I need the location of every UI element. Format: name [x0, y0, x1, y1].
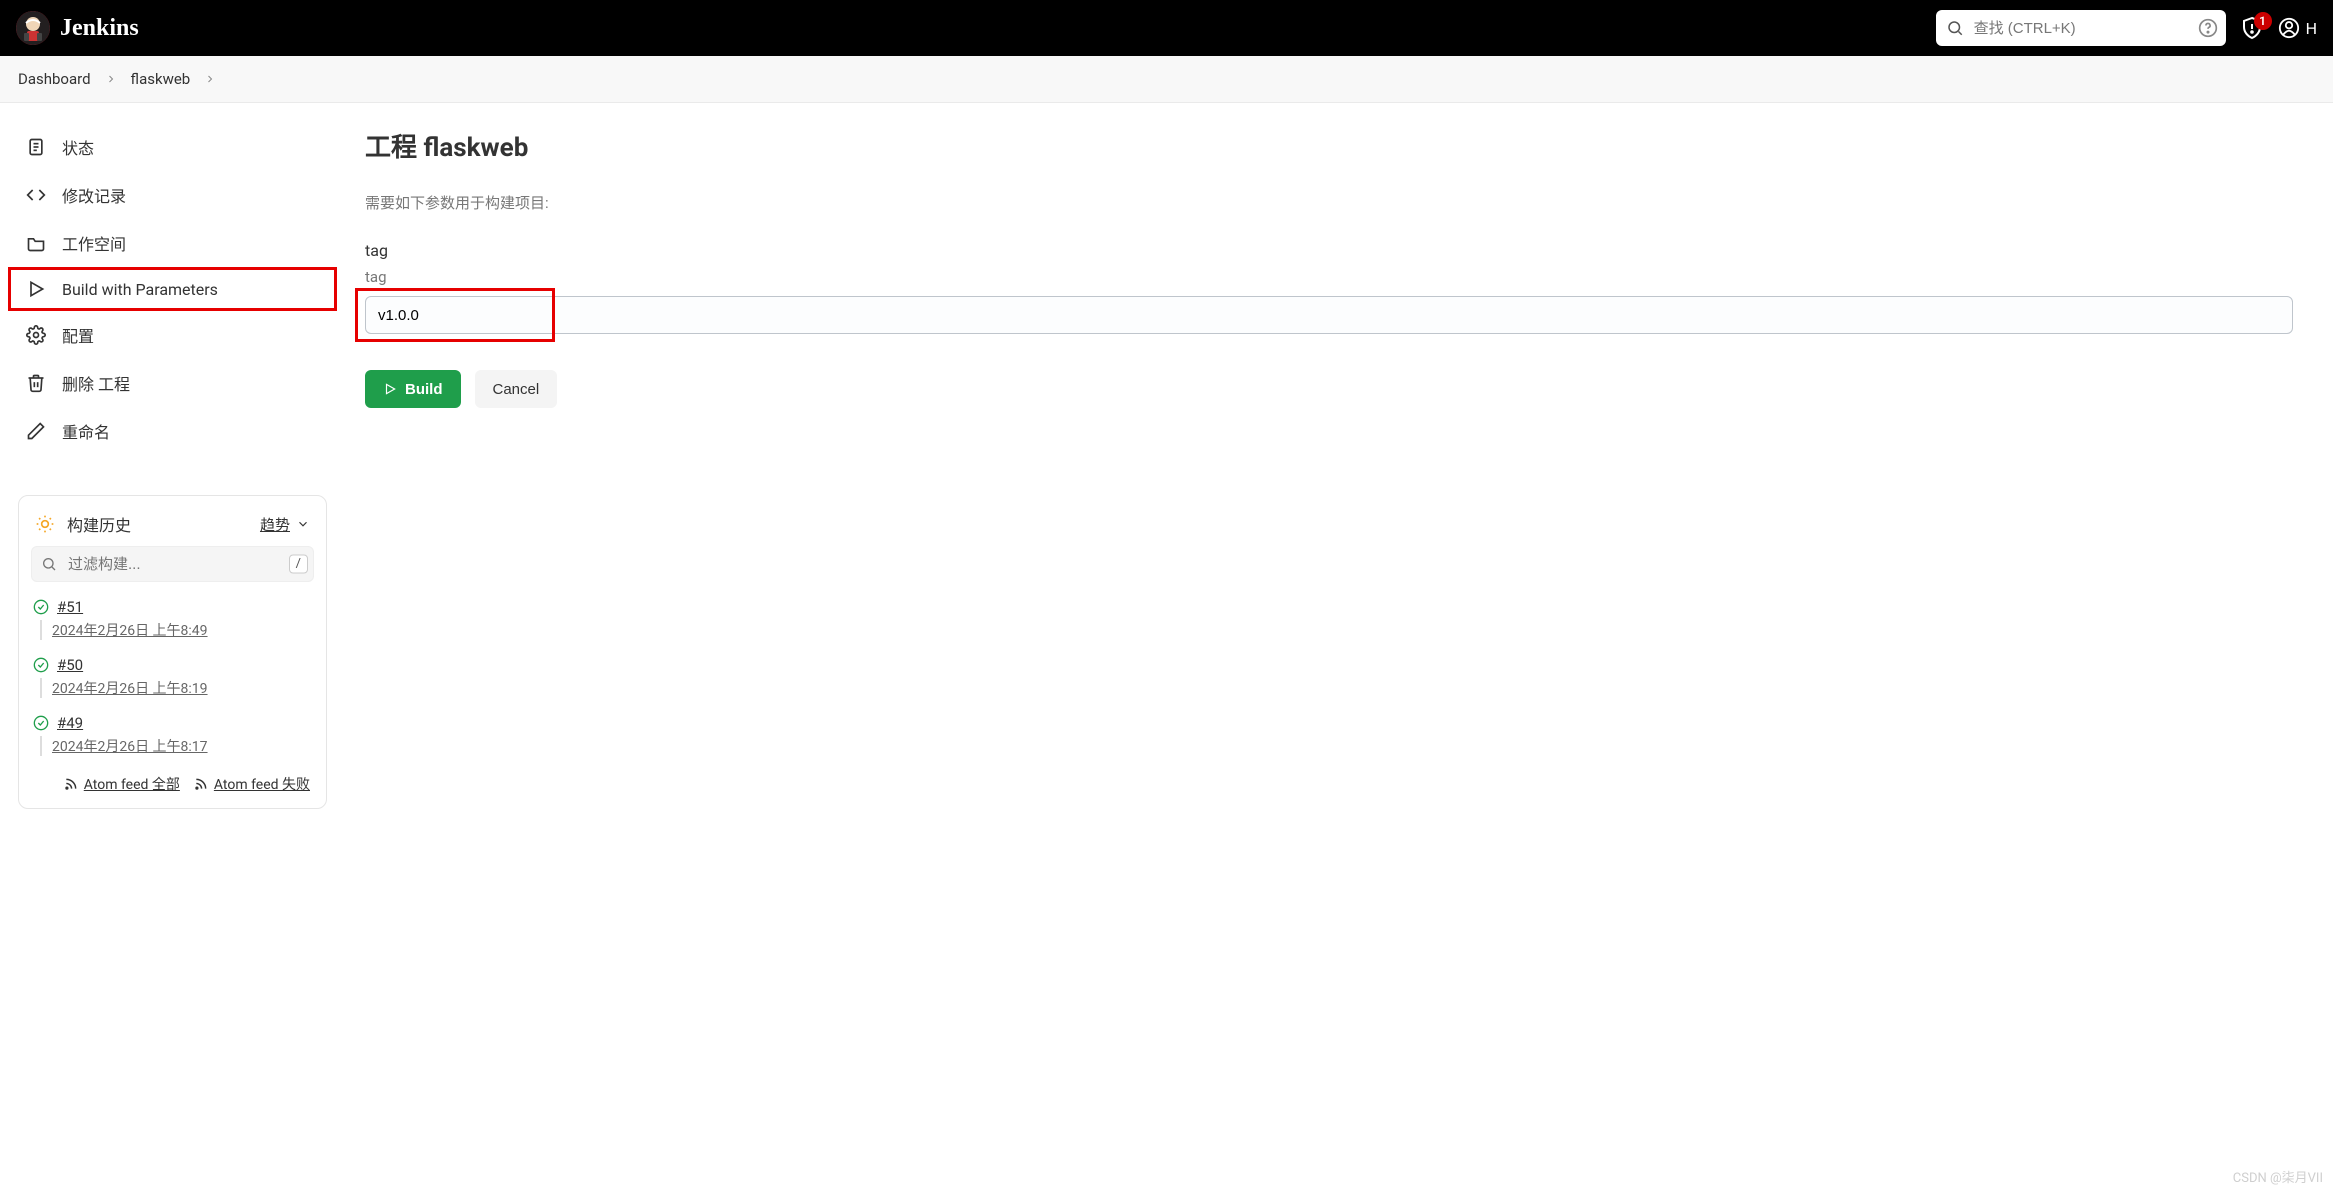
build-link[interactable]: #51: [57, 598, 83, 616]
cancel-button[interactable]: Cancel: [475, 370, 558, 408]
rss-all-label: Atom feed 全部: [84, 774, 180, 794]
filter-shortcut-key: /: [289, 555, 308, 574]
success-icon: [33, 715, 49, 731]
sidebar-item-changes[interactable]: 修改记录: [8, 171, 337, 219]
sidebar-item-label: 重命名: [62, 419, 110, 443]
alert-badge: 1: [2254, 12, 2272, 30]
success-icon: [33, 657, 49, 673]
user-icon: [2278, 17, 2300, 39]
search-wrap: [1936, 10, 2226, 46]
rss-fail-link[interactable]: Atom feed 失败: [194, 774, 310, 794]
gear-icon: [26, 325, 46, 345]
breadcrumb-item-dashboard[interactable]: Dashboard: [18, 70, 91, 88]
help-icon[interactable]: [2198, 18, 2218, 38]
filter-builds-input[interactable]: [31, 546, 314, 582]
build-date[interactable]: 2024年2月26日 上午8:49: [40, 620, 312, 640]
document-icon: [26, 137, 46, 157]
sidebar-item-label: Build with Parameters: [62, 280, 218, 299]
chevron-right-icon: [204, 73, 216, 85]
search-icon: [1946, 19, 1964, 37]
chevron-down-icon: [296, 517, 310, 531]
sidebar: 状态 修改记录 工作空间 Build with Parameters 配置 删除…: [0, 103, 345, 829]
sidebar-item-delete[interactable]: 删除 工程: [8, 359, 337, 407]
code-icon: [26, 185, 46, 205]
param-input-tag[interactable]: [365, 296, 2293, 334]
build-history-card: 构建历史 趋势 / #51 2024年2月26日 上午8:49: [18, 495, 327, 809]
edit-icon: [26, 421, 46, 441]
page-title: 工程 flaskweb: [365, 127, 2293, 164]
alerts-button[interactable]: 1: [2240, 16, 2264, 40]
top-bar: Jenkins 1 H: [0, 0, 2333, 56]
sidebar-item-status[interactable]: 状态: [8, 123, 337, 171]
param-name: tag: [365, 241, 2293, 260]
jenkins-logo-icon: [16, 11, 50, 45]
search-input[interactable]: [1936, 10, 2226, 46]
brand[interactable]: Jenkins: [16, 11, 139, 45]
rss-all-link[interactable]: Atom feed 全部: [64, 774, 180, 794]
watermark: CSDN @柒月VII: [2233, 1167, 2323, 1186]
user-label: H: [2306, 19, 2317, 38]
sidebar-item-label: 修改记录: [62, 183, 126, 207]
build-button[interactable]: Build: [365, 370, 461, 408]
top-right: 1 H: [1936, 10, 2317, 46]
brand-name: Jenkins: [60, 15, 139, 42]
chevron-right-icon: [105, 73, 117, 85]
breadcrumb-item-project[interactable]: flaskweb: [131, 70, 191, 88]
sidebar-item-label: 工作空间: [62, 231, 126, 255]
build-row: #51 2024年2月26日 上午8:49: [31, 590, 314, 648]
sidebar-item-configure[interactable]: 配置: [8, 311, 337, 359]
history-title: 构建历史: [67, 512, 131, 536]
build-link[interactable]: #50: [57, 656, 83, 674]
trash-icon: [26, 373, 46, 393]
trend-toggle[interactable]: 趋势: [260, 514, 310, 535]
cancel-button-label: Cancel: [493, 381, 540, 398]
sidebar-item-label: 删除 工程: [62, 371, 130, 395]
breadcrumb: Dashboard flaskweb: [0, 56, 2333, 103]
sun-icon: [35, 514, 55, 534]
sidebar-item-workspace[interactable]: 工作空间: [8, 219, 337, 267]
folder-icon: [26, 233, 46, 253]
user-menu[interactable]: H: [2278, 17, 2317, 39]
success-icon: [33, 599, 49, 615]
trend-label: 趋势: [260, 514, 290, 535]
page-subtitle: 需要如下参数用于构建项目:: [365, 192, 2293, 213]
sidebar-item-build-params[interactable]: Build with Parameters: [8, 267, 337, 311]
build-row: #50 2024年2月26日 上午8:19: [31, 648, 314, 706]
rss-icon: [194, 777, 208, 791]
rss-fail-label: Atom feed 失败: [214, 774, 310, 794]
play-icon: [383, 382, 397, 396]
build-row: #49 2024年2月26日 上午8:17: [31, 706, 314, 764]
sidebar-item-label: 状态: [62, 135, 94, 159]
main-content: 工程 flaskweb 需要如下参数用于构建项目: tag tag Build …: [345, 103, 2333, 829]
build-button-label: Build: [405, 381, 443, 398]
play-icon: [26, 279, 46, 299]
search-icon: [41, 556, 57, 572]
build-date[interactable]: 2024年2月26日 上午8:17: [40, 736, 312, 756]
sidebar-item-rename[interactable]: 重命名: [8, 407, 337, 455]
sidebar-item-label: 配置: [62, 323, 94, 347]
build-link[interactable]: #49: [57, 714, 83, 732]
rss-icon: [64, 777, 78, 791]
layout: 状态 修改记录 工作空间 Build with Parameters 配置 删除…: [0, 103, 2333, 829]
param-desc: tag: [365, 268, 2293, 286]
build-date[interactable]: 2024年2月26日 上午8:19: [40, 678, 312, 698]
